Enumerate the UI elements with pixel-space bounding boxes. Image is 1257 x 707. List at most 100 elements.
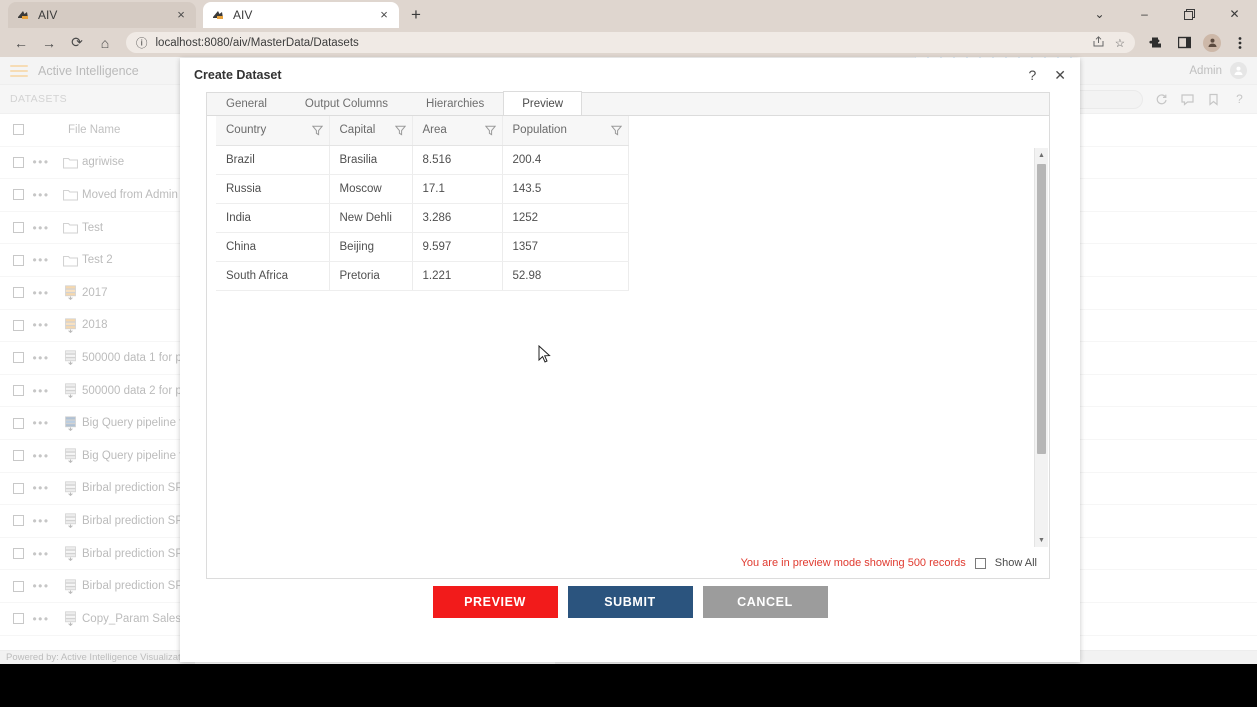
tab-preview[interactable]: Preview [503, 91, 583, 115]
avatar[interactable] [1230, 62, 1247, 79]
row-checkbox[interactable] [13, 548, 24, 560]
row-actions-icon[interactable]: ••• [24, 351, 58, 365]
preview-button[interactable]: PREVIEW [432, 586, 558, 618]
filter-icon[interactable] [484, 125, 496, 136]
filter-icon[interactable] [610, 125, 622, 136]
forward-icon[interactable]: → [36, 31, 62, 55]
row-actions-icon[interactable]: ••• [24, 286, 58, 300]
database-icon [58, 611, 82, 627]
sidepanel-icon[interactable] [1175, 34, 1193, 52]
tab-hierarchies[interactable]: Hierarchies [407, 92, 503, 115]
reload-icon[interactable]: ⟳ [64, 31, 90, 55]
grid-column-header[interactable]: Country [216, 116, 330, 146]
row-actions-icon[interactable]: ••• [24, 547, 58, 561]
show-all-checkbox[interactable] [974, 557, 986, 569]
scroll-up-icon[interactable]: ▲ [1035, 148, 1048, 162]
database-icon [58, 448, 82, 464]
hamburger-icon[interactable] [10, 64, 28, 77]
comment-icon[interactable] [1180, 92, 1195, 107]
row-actions-icon[interactable]: ••• [24, 481, 58, 495]
grid-header-row: Country Capital Area Population [216, 116, 629, 146]
browser-menu-icon[interactable] [1231, 34, 1249, 52]
row-checkbox[interactable] [13, 482, 24, 494]
browser-tab-2-close-icon[interactable]: × [377, 8, 391, 22]
dialog-close-icon[interactable]: ✕ [1054, 68, 1066, 82]
row-checkbox[interactable] [13, 352, 24, 364]
minimize-button[interactable]: – [1122, 0, 1167, 28]
row-actions-icon[interactable]: ••• [24, 612, 58, 626]
submit-button[interactable]: SUBMIT [567, 586, 693, 618]
help-icon[interactable]: ? [1232, 92, 1247, 107]
site-info-icon[interactable]: ⓘ [136, 35, 148, 51]
show-all-label: Show All [994, 557, 1037, 569]
row-checkbox[interactable] [13, 254, 24, 266]
back-icon[interactable]: ← [8, 31, 34, 55]
grid-column-header[interactable]: Population [502, 116, 629, 146]
row-checkbox[interactable] [13, 417, 24, 429]
folder-icon [58, 221, 82, 234]
database-icon [58, 285, 82, 301]
row-checkbox[interactable] [13, 319, 24, 331]
tab-general[interactable]: General [207, 92, 286, 115]
maximize-button[interactable] [1167, 0, 1212, 28]
browser-tab-1-close-icon[interactable]: × [174, 8, 188, 22]
table-row[interactable]: South Africa Pretoria 1.221 52.98 [216, 261, 629, 291]
chevron-down-icon[interactable]: ⌄ [1077, 0, 1122, 28]
close-window-button[interactable]: ✕ [1212, 0, 1257, 28]
browser-tab-2[interactable]: AIV × [203, 2, 399, 28]
table-row[interactable]: India New Dehli 3.286 1252 [216, 203, 629, 233]
bookmark-icon[interactable] [1206, 92, 1221, 107]
dialog-help-icon[interactable]: ? [1028, 68, 1036, 82]
app-title: Active Intelligence [38, 63, 139, 78]
table-cell: 1.221 [412, 261, 503, 291]
table-cell: Brasilia [329, 145, 413, 175]
tab-output-columns[interactable]: Output Columns [286, 92, 407, 115]
row-actions-icon[interactable]: ••• [24, 155, 58, 169]
row-actions-icon[interactable]: ••• [24, 221, 58, 235]
select-all-checkbox[interactable] [13, 124, 24, 136]
row-actions-icon[interactable]: ••• [24, 416, 58, 430]
address-bar[interactable]: ⓘ localhost:8080/aiv/MasterData/Datasets… [126, 32, 1135, 53]
row-checkbox[interactable] [13, 450, 24, 462]
table-row[interactable]: China Beijing 9.597 1357 [216, 232, 629, 262]
row-actions-icon[interactable]: ••• [24, 384, 58, 398]
scrollbar-thumb[interactable] [1037, 164, 1046, 454]
row-checkbox[interactable] [13, 385, 24, 397]
table-row[interactable]: Russia Moscow 17.1 143.5 [216, 174, 629, 204]
table-cell: 143.5 [502, 174, 629, 204]
scroll-down-icon[interactable]: ▼ [1035, 533, 1048, 547]
grid-column-header[interactable]: Area [412, 116, 503, 146]
filter-icon[interactable] [311, 125, 323, 136]
row-actions-icon[interactable]: ••• [24, 188, 58, 202]
list-item-label: Birbal prediction SP1 [82, 482, 190, 495]
filter-icon[interactable] [394, 125, 406, 136]
row-actions-icon[interactable]: ••• [24, 449, 58, 463]
folder-icon [58, 188, 82, 202]
cancel-button[interactable]: CANCEL [702, 586, 828, 618]
browser-tab-1[interactable]: AIV × [8, 2, 196, 28]
browser-tab-2-title: AIV [233, 8, 253, 22]
row-actions-icon[interactable]: ••• [24, 514, 58, 528]
row-checkbox[interactable] [13, 515, 24, 527]
bookmark-star-icon[interactable]: ☆ [1115, 36, 1125, 50]
row-checkbox[interactable] [13, 580, 24, 592]
row-actions-icon[interactable]: ••• [24, 579, 58, 593]
extensions-icon[interactable] [1147, 34, 1165, 52]
row-actions-icon[interactable]: ••• [24, 318, 58, 332]
grid-column-header[interactable]: Capital [329, 116, 413, 146]
table-cell: India [216, 203, 330, 233]
row-actions-icon[interactable]: ••• [24, 253, 58, 267]
refresh-icon[interactable] [1154, 92, 1169, 107]
profile-icon[interactable] [1203, 33, 1221, 52]
table-cell: Russia [216, 174, 330, 204]
share-icon[interactable] [1092, 35, 1105, 51]
new-tab-button[interactable]: + [404, 4, 428, 26]
preview-scrollbar[interactable]: ▲ ▼ [1034, 148, 1048, 547]
row-checkbox[interactable] [13, 287, 24, 299]
row-checkbox[interactable] [13, 222, 24, 234]
row-checkbox[interactable] [13, 189, 24, 201]
row-checkbox[interactable] [13, 613, 24, 625]
table-row[interactable]: Brazil Brasilia 8.516 200.4 [216, 145, 629, 175]
home-icon[interactable]: ⌂ [92, 31, 118, 55]
row-checkbox[interactable] [13, 156, 24, 168]
